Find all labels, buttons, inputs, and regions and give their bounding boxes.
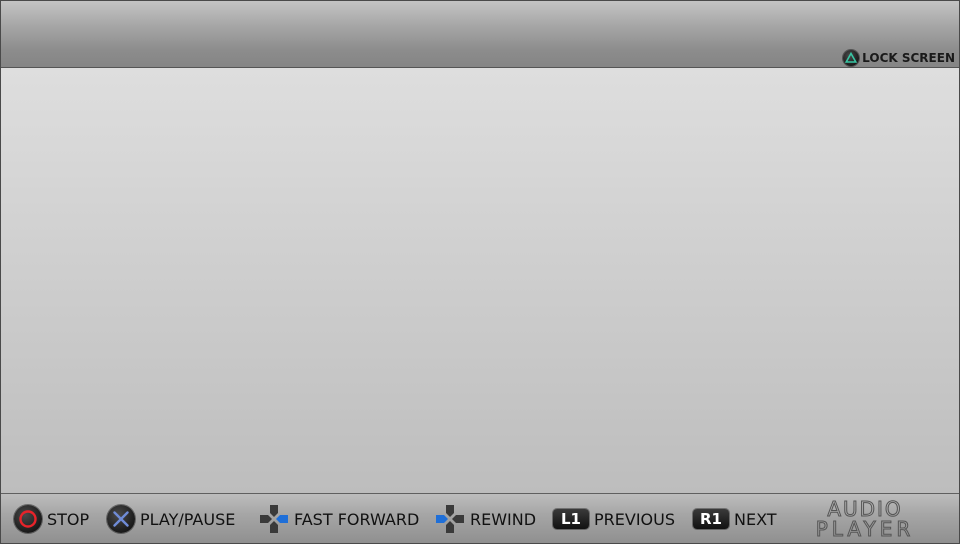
audio-player-logo: AUDIO PLAYER xyxy=(815,498,915,540)
play-pause-label: PLAY/PAUSE xyxy=(140,509,236,529)
fast-forward-label: FAST FORWARD xyxy=(294,509,420,529)
next-control[interactable]: R1 NEXT xyxy=(693,494,777,543)
lock-screen-label: LOCK SCREEN xyxy=(862,51,955,65)
logo-line-player: PLAYER xyxy=(816,517,915,540)
previous-control[interactable]: L1 PREVIOUS xyxy=(553,494,675,543)
dpad-right-icon xyxy=(259,504,289,534)
triangle-icon xyxy=(843,50,860,66)
circle-button-icon xyxy=(14,505,42,533)
lock-screen-hint[interactable]: LOCK SCREEN xyxy=(843,50,955,66)
rewind-label: REWIND xyxy=(470,509,537,529)
dpad-left-icon xyxy=(435,504,465,534)
rewind-control[interactable]: REWIND xyxy=(435,494,537,543)
stop-control[interactable]: STOP xyxy=(14,494,90,543)
play-pause-control[interactable]: PLAY/PAUSE xyxy=(107,494,236,543)
next-label: NEXT xyxy=(734,509,777,529)
top-bar: LOCK SCREEN xyxy=(1,1,959,68)
fast-forward-control[interactable]: FAST FORWARD xyxy=(259,494,420,543)
cross-button-icon xyxy=(107,505,135,533)
r1-button-icon: R1 xyxy=(693,509,729,529)
controls-bar: STOP PLAY/PAUSE FAST FORWARD REWIND L1 P… xyxy=(1,493,959,543)
stop-label: STOP xyxy=(47,509,90,529)
l1-button-icon: L1 xyxy=(553,509,589,529)
previous-label: PREVIOUS xyxy=(594,509,675,529)
audio-player-screen: LOCK SCREEN STOP PLAY/PAUSE FAST FORWARD… xyxy=(0,0,960,544)
content-area xyxy=(1,68,959,493)
